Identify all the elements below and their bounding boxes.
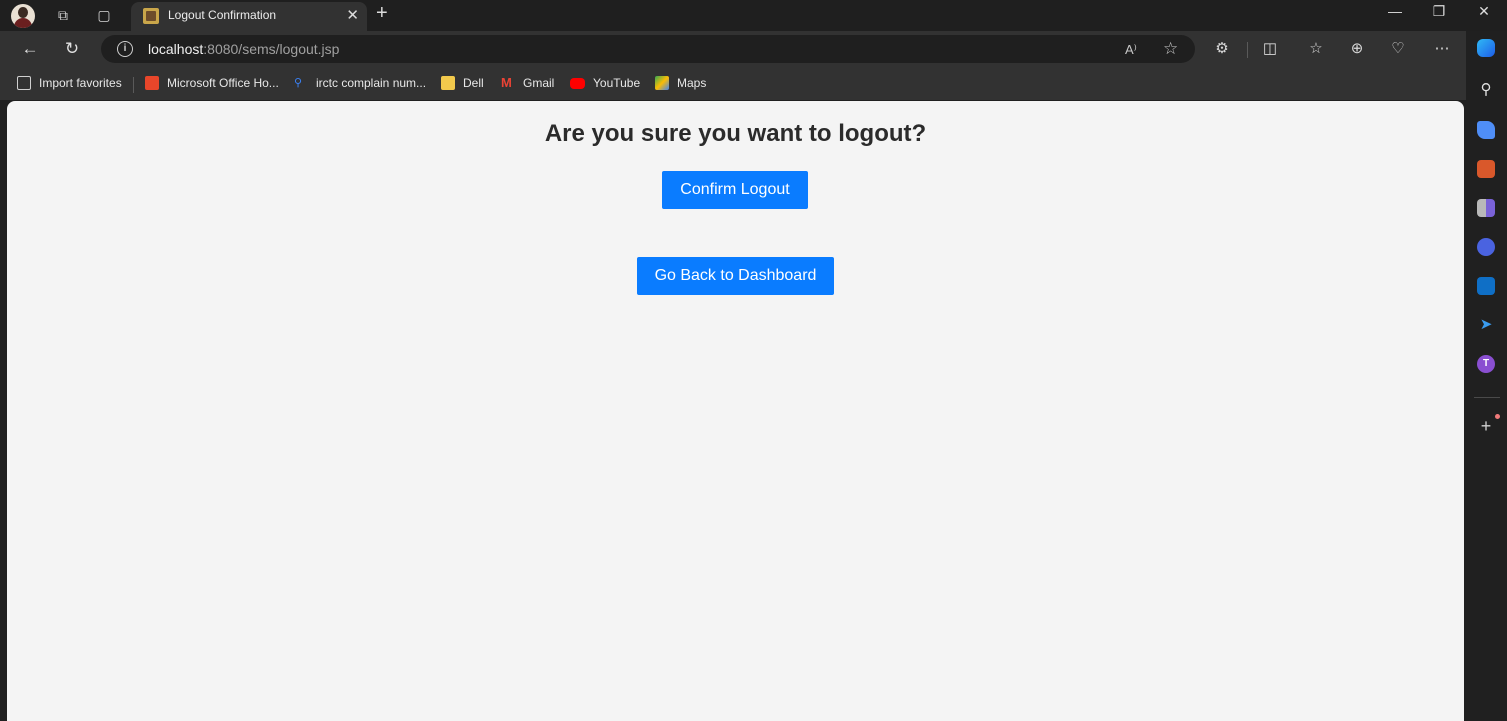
close-window-button[interactable]: ✕ xyxy=(1469,3,1499,20)
browser-essentials-icon[interactable]: ♡ xyxy=(1384,37,1412,61)
microsoft-365-icon[interactable] xyxy=(1477,238,1495,256)
page-title: Are you sure you want to logout? xyxy=(544,120,927,147)
import-folder-icon xyxy=(17,76,31,90)
bookmarks-bar: Import favorites Microsoft Office Ho... … xyxy=(0,68,1466,100)
bookmark-dell[interactable]: Dell xyxy=(441,76,484,90)
maps-icon xyxy=(655,76,669,90)
tab-actions-icon[interactable]: ▢ xyxy=(91,3,117,27)
page-content: Are you sure you want to logout? Confirm… xyxy=(7,101,1464,721)
bookmark-gmail[interactable]: M Gmail xyxy=(501,75,554,91)
notification-dot xyxy=(1495,414,1500,419)
split-screen-icon[interactable]: ◫ xyxy=(1256,37,1284,61)
navigation-bar: ← ↻ i localhost:8080/sems/logout.jsp A⁾ … xyxy=(0,31,1466,68)
bookmark-maps[interactable]: Maps xyxy=(655,76,706,90)
favorites-icon[interactable]: ☆ xyxy=(1302,37,1330,61)
more-menu-icon[interactable]: ⋯ xyxy=(1428,37,1456,61)
workspaces-icon[interactable]: ⧉ xyxy=(50,3,76,27)
tab-title: Logout Confirmation xyxy=(168,8,277,22)
minimize-button[interactable]: — xyxy=(1380,3,1410,19)
browser-window: ⧉ ▢ Logout Confirmation ✕ + — ❐ ✕ ← ↻ i … xyxy=(0,0,1507,721)
site-info-icon[interactable]: i xyxy=(117,41,133,57)
address-bar[interactable]: i localhost:8080/sems/logout.jsp A⁾ ☆ xyxy=(101,35,1195,63)
youtube-icon xyxy=(570,77,585,89)
back-to-dashboard-button[interactable]: Go Back to Dashboard xyxy=(637,257,834,295)
restore-button[interactable]: ❐ xyxy=(1424,3,1454,20)
copilot-icon[interactable] xyxy=(1477,39,1495,57)
bookmark-irctc[interactable]: ⚲ irctc complain num... xyxy=(294,76,426,90)
folder-icon xyxy=(441,76,455,90)
back-button[interactable]: ← xyxy=(16,37,44,61)
bookmark-import-favorites[interactable]: Import favorites xyxy=(17,76,122,90)
edge-sidebar: ⚲ ➤ T + xyxy=(1466,31,1507,721)
bookmark-youtube[interactable]: YouTube xyxy=(570,76,640,90)
office-icon xyxy=(145,76,159,90)
outlook-icon[interactable] xyxy=(1477,277,1495,295)
refresh-button[interactable]: ↻ xyxy=(58,37,86,61)
tab-close-icon[interactable]: ✕ xyxy=(346,6,359,24)
add-sidebar-app-icon[interactable]: + xyxy=(1477,417,1495,435)
url-text[interactable]: localhost:8080/sems/logout.jsp xyxy=(148,41,339,57)
tab-bar: ⧉ ▢ Logout Confirmation ✕ + — ❐ ✕ xyxy=(0,0,1507,31)
teams-avatar-icon[interactable]: T xyxy=(1477,355,1495,373)
extensions-icon[interactable]: ⚙ xyxy=(1208,37,1236,61)
tab-logout-confirmation[interactable]: Logout Confirmation ✕ xyxy=(131,2,367,31)
tools-briefcase-icon[interactable] xyxy=(1477,160,1495,178)
profile-avatar[interactable] xyxy=(11,4,35,28)
confirm-logout-button[interactable]: Confirm Logout xyxy=(662,171,808,209)
search-icon: ⚲ xyxy=(294,77,303,89)
games-icon[interactable] xyxy=(1477,199,1495,217)
new-tab-button[interactable]: + xyxy=(376,2,388,25)
read-aloud-icon[interactable]: A⁾ xyxy=(1125,42,1137,58)
send-icon[interactable]: ➤ xyxy=(1477,316,1495,334)
tab-favicon-icon xyxy=(143,8,159,24)
gmail-icon: M xyxy=(501,75,512,90)
sidebar-search-icon[interactable]: ⚲ xyxy=(1477,81,1495,99)
bookmark-microsoft-office[interactable]: Microsoft Office Ho... xyxy=(145,76,279,90)
collections-icon[interactable]: ⊕ xyxy=(1343,37,1371,61)
favorite-star-icon[interactable]: ☆ xyxy=(1163,39,1178,59)
shopping-tag-icon[interactable] xyxy=(1477,121,1495,139)
